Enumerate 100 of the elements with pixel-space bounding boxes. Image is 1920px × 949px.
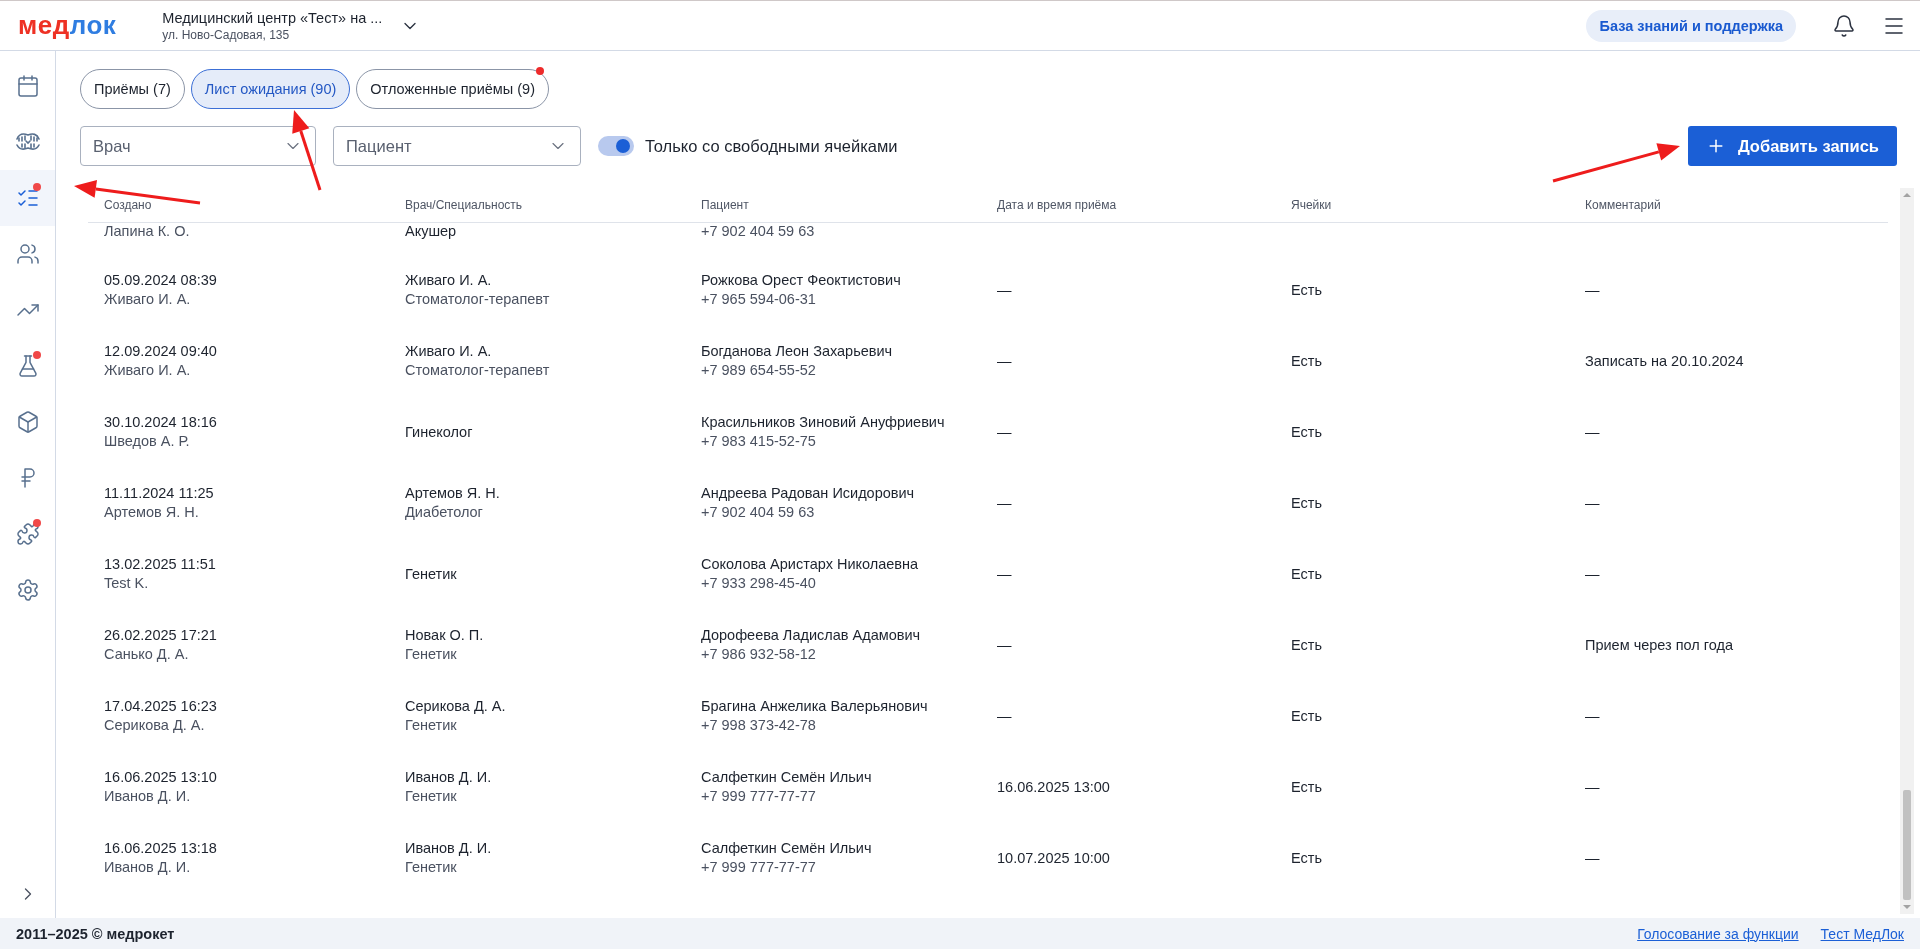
bell-icon[interactable]	[1832, 13, 1856, 38]
created-date: 30.10.2024 18:16	[104, 414, 217, 430]
comment: Записать на 20.10.2024	[1585, 352, 1744, 369]
created-by: Артемов Я. Н.	[104, 504, 200, 520]
slots-value: Есть	[1291, 281, 1322, 298]
specialty: Генетик	[405, 859, 458, 875]
doctor-name: Иванов Д. И.	[405, 769, 492, 785]
table-row[interactable]: 17.04.2025 16:23 Серикова Д. А. Серикова Д. А. Генетик Брагина Анжелика Валерьянович +7 998 373-42-78 — Есть —	[88, 680, 1888, 751]
table-row[interactable]: 12.09.2024 09:40 Живаго И. А. Живаго И. А. Стоматолог-терапевт Богданова Леон Захарьевич +7 989 654-55-52 — Есть Записать на 20.10.2024	[88, 325, 1888, 396]
table-row[interactable]: 26.02.2025 17:21 Санько Д. А. Новак О. П. Генетик Дорофеева Ладислав Адамович +7 986 932-58-12 — Есть Прием через пол года	[88, 609, 1888, 680]
table-row[interactable]: 16.06.2025 13:10 Иванов Д. И. Иванов Д. И. Генетик Салфеткин Семён Ильич +7 999 777-77-77 16.06.2025 13:00 Есть —	[88, 751, 1888, 822]
column-header: Пациент	[701, 198, 749, 212]
table-row[interactable]: 13.02.2025 11:51 Test K. Генетик Соколова Аристарх Николаевна +7 933 298-45-40 — Есть —	[88, 538, 1888, 609]
doctor-name: Живаго И. А.	[405, 272, 493, 288]
box-icon	[15, 410, 40, 434]
slots-value: Есть	[1291, 565, 1322, 582]
specialty: Генетик	[405, 717, 458, 733]
patient-phone: +7 998 373-42-78	[701, 717, 817, 733]
table-row[interactable]: 11.11.2024 11:25 Артемов Я. Н. Артемов Я. Н. Диабетолог Андреева Радован Исидорович +7 902 404 59 63 — Есть —	[88, 467, 1888, 538]
created-date: 13.02.2025 11:51	[104, 556, 216, 572]
appointment-time: —	[997, 281, 1012, 298]
users-icon	[15, 242, 40, 266]
comment: —	[1585, 423, 1600, 440]
patient-phone: +7 933 298-45-40	[701, 575, 817, 591]
patient-phone: +7 989 654-55-52	[701, 362, 817, 378]
comment: —	[1585, 281, 1600, 298]
footer-link[interactable]: Голосование за функции	[1637, 925, 1799, 942]
slots-value: Есть	[1291, 636, 1322, 653]
slots-value: Есть	[1291, 849, 1322, 866]
tab[interactable]: Лист ожидания (90)	[190, 69, 351, 109]
comment: Прием через пол года	[1585, 636, 1734, 653]
specialty: Стоматолог-терапевт	[405, 362, 550, 378]
doctor-name: Иванов Д. И.	[405, 840, 492, 856]
patient-name: Салфеткин Семён Ильич	[701, 769, 872, 785]
created-by: Test K.	[104, 575, 150, 591]
created-by: Санько Д. А.	[104, 646, 190, 662]
slots-value: Есть	[1291, 778, 1322, 795]
appointment-time: —	[997, 494, 1012, 511]
patient-name: Дорофеева Ладислав Адамович	[701, 627, 921, 643]
created-date: 11.11.2024 11:25	[104, 485, 214, 501]
doctor-name: Артемов Я. Н.	[405, 485, 500, 501]
doctor-name: Новак О. П.	[405, 627, 484, 643]
toggle-label: Только со свободными ячейками	[645, 136, 898, 156]
column-header: Создано	[104, 198, 152, 212]
patient-phone: +7 999 777-77-77	[701, 788, 817, 804]
patient-phone: +7 999 777-77-77	[701, 859, 817, 875]
table-row[interactable]: 30.10.2024 18:16 Шведов А. Р. Гинеколог Красильников Зиновий Ануфриевич +7 983 415-52-75 — Есть —	[88, 396, 1888, 467]
created-by: Живаго И. А.	[104, 362, 192, 378]
patient-phone: +7 902 404 59 63	[701, 223, 815, 239]
clinic-address: ул. Ново-Садовая, 135	[162, 27, 291, 42]
slots-value: Есть	[1291, 494, 1322, 511]
toggle-switch[interactable]	[598, 136, 634, 156]
patient-name: Брагина Анжелика Валерьянович	[701, 698, 928, 714]
table-row[interactable]: Лапина К. О. Акушер +7 902 404 59 63	[88, 223, 1888, 254]
patient-name: Салфеткин Семён Ильич	[701, 840, 872, 856]
appointment-time: —	[997, 352, 1012, 369]
specialty: Гинеколог	[405, 423, 473, 440]
patient-select[interactable]: Пациент	[333, 126, 581, 166]
column-header: Дата и время приёма	[997, 198, 1117, 212]
comment: —	[1585, 565, 1600, 582]
created-date: 12.09.2024 09:40	[104, 343, 217, 359]
puzzle-icon	[15, 522, 40, 546]
created-date: 16.06.2025 13:10	[104, 769, 217, 785]
appointment-time: —	[997, 565, 1012, 582]
scrollbar-thumb[interactable]	[1903, 790, 1911, 900]
settings-icon	[15, 578, 40, 602]
doctor-name: Серикова Д. А.	[405, 698, 506, 714]
logo[interactable]: медлок	[18, 10, 117, 41]
specialty: Стоматолог-терапевт	[405, 291, 550, 307]
add-button[interactable]: Добавить запись	[1687, 126, 1897, 166]
comment: —	[1585, 707, 1600, 724]
doctor-select[interactable]: Врач	[80, 126, 316, 166]
patient-phone: +7 986 932-58-12	[701, 646, 817, 662]
specialty: Генетик	[405, 788, 458, 804]
table-row[interactable]: 16.06.2025 13:18 Иванов Д. И. Иванов Д. И. Генетик Салфеткин Семён Ильич +7 999 777-77-77 10.07.2025 10:00 Есть —	[88, 822, 1888, 893]
sidebar-item[interactable]	[0, 170, 55, 226]
specialty: Акушер	[405, 223, 457, 239]
footer-link[interactable]: Тест МедЛок	[1820, 925, 1904, 942]
comment: —	[1585, 494, 1600, 511]
slots-value: Есть	[1291, 352, 1322, 369]
copyright: 2011–2025 © медрокет	[16, 925, 175, 942]
patient-name: Андреева Радован Исидорович	[701, 485, 915, 501]
created-by: Серикова Д. А.	[104, 717, 206, 733]
created-by: Живаго И. А.	[104, 291, 192, 307]
patient-name: Красильников Зиновий Ануфриевич	[701, 414, 945, 430]
patient-phone: +7 983 415-52-75	[701, 433, 817, 449]
table-row[interactable]: 05.09.2024 08:39 Живаго И. А. Живаго И. А. Стоматолог-терапевт Рожкова Орест Феоктистович +7 965 594-06-31 — Есть —	[88, 254, 1888, 325]
slots-value: Есть	[1291, 423, 1322, 440]
appointment-time: 10.07.2025 10:00	[997, 849, 1110, 866]
created-date: 26.02.2025 17:21	[104, 627, 217, 643]
appointment-time: —	[997, 636, 1012, 653]
created-by: Лапина К. О.	[104, 223, 190, 239]
tab[interactable]: Отложенные приёмы (9)	[356, 69, 549, 109]
tab[interactable]: Приёмы (7)	[80, 69, 185, 109]
patient-phone: +7 965 594-06-31	[701, 291, 817, 307]
scrollbar[interactable]	[1900, 188, 1914, 914]
created-date: 17.04.2025 16:23	[104, 698, 217, 714]
specialty: Генетик	[405, 565, 457, 582]
comment: —	[1585, 849, 1600, 866]
support-button[interactable]: База знаний и поддержка	[1586, 9, 1796, 42]
